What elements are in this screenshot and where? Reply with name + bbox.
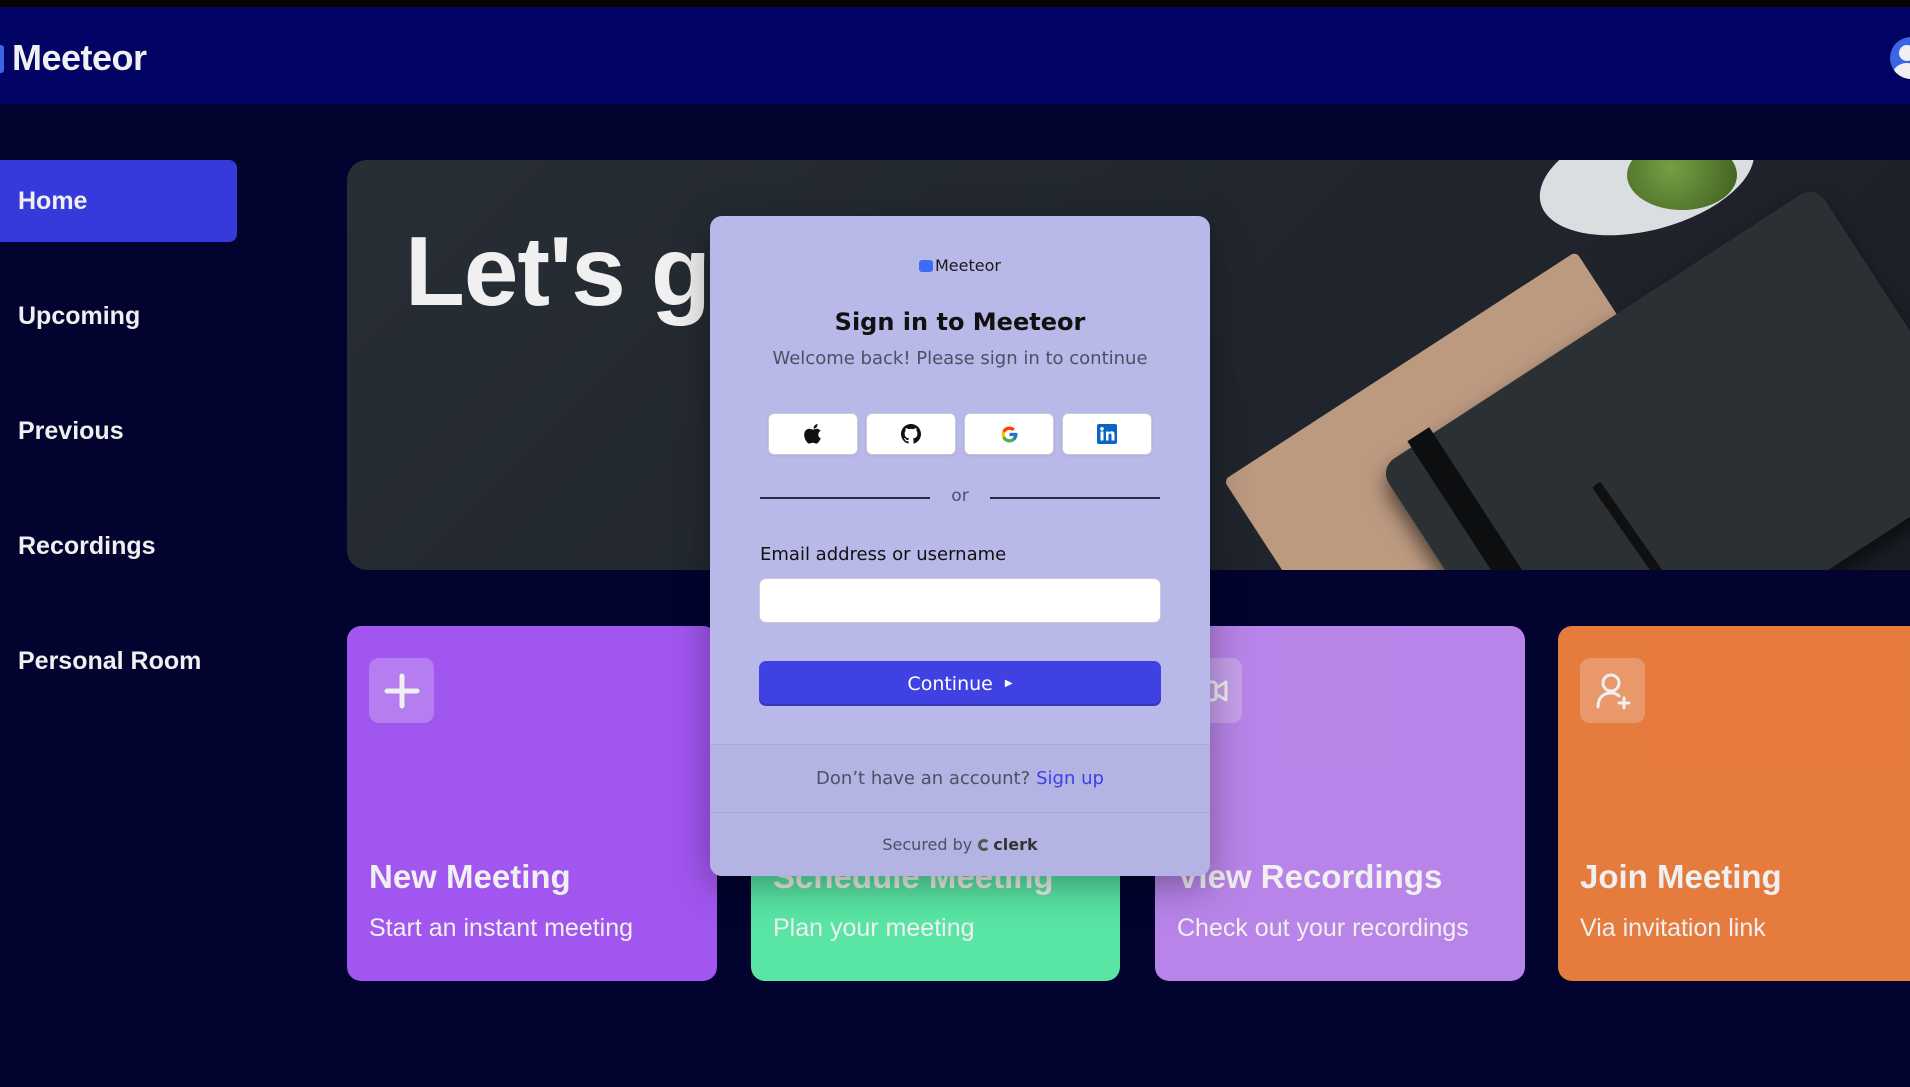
email-field[interactable] [759,578,1161,623]
social-login-row [768,413,1152,455]
no-account-text: Don’t have an account? [816,768,1031,789]
secured-by-text: Secured by [882,835,973,854]
google-icon [1001,426,1017,442]
continue-button-label: Continue [907,672,993,695]
caret-right-icon: ▶ [1004,678,1013,689]
signin-subtitle: Welcome back! Please sign in to continue [772,348,1148,369]
signin-logo-text: Meeteor [935,256,1001,275]
clerk-logo-text: clerk [993,835,1038,854]
email-label: Email address or username [760,544,1007,565]
secured-by-footer: Secured by clerk [710,812,1210,876]
camera-logo-icon [919,260,933,272]
divider-or: or [951,486,969,506]
github-icon [901,424,921,444]
continue-button[interactable]: Continue ▶ [759,661,1161,706]
google-login-button[interactable] [964,413,1054,455]
apple-login-button[interactable] [768,413,858,455]
signup-footer: Don’t have an account? Sign up [710,744,1210,812]
linkedin-login-button[interactable] [1062,413,1152,455]
sign-up-link[interactable]: Sign up [1036,768,1104,789]
apple-icon [804,424,821,444]
divider-line-right [990,497,1160,499]
signin-title: Sign in to Meeteor [834,308,1086,336]
clerk-icon [978,838,991,851]
signin-logo: Meeteor [710,256,1210,275]
clerk-logo[interactable]: clerk [978,835,1038,854]
linkedin-icon [1097,424,1117,444]
sign-in-modal: Meeteor Sign in to Meeteor Welcome back!… [710,216,1210,876]
github-login-button[interactable] [866,413,956,455]
